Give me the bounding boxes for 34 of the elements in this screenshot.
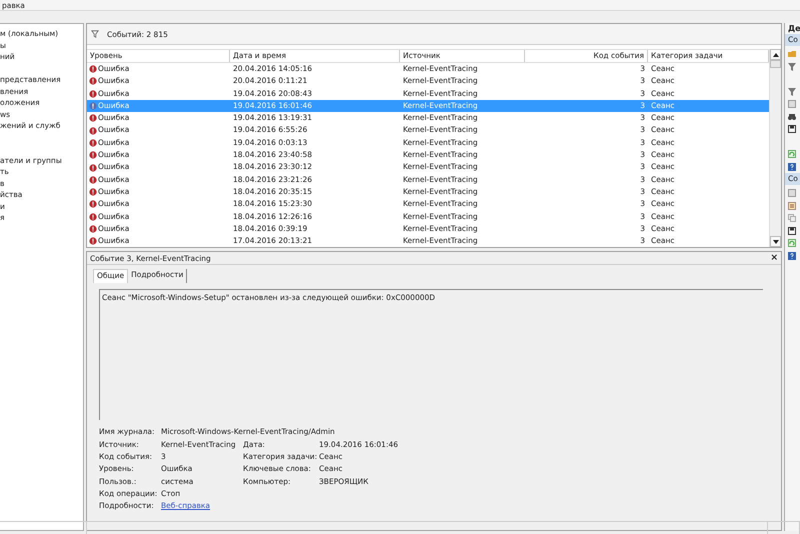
error-icon bbox=[89, 237, 97, 246]
copy-icon[interactable] bbox=[788, 214, 796, 222]
error-icon bbox=[89, 225, 97, 233]
error-icon bbox=[89, 114, 97, 122]
error-icon bbox=[89, 164, 97, 172]
filter-icon bbox=[91, 30, 99, 38]
close-button[interactable]: × bbox=[770, 253, 778, 264]
error-icon bbox=[89, 151, 97, 160]
refresh-icon[interactable] bbox=[788, 150, 796, 158]
folder-icon[interactable] bbox=[788, 50, 796, 58]
document-icon[interactable] bbox=[788, 189, 796, 198]
error-icon bbox=[89, 138, 97, 147]
properties-icon[interactable] bbox=[788, 202, 796, 210]
error-icon bbox=[89, 126, 97, 135]
error-icon bbox=[89, 77, 97, 86]
filter-icon[interactable] bbox=[788, 62, 796, 71]
binoculars-icon[interactable] bbox=[788, 112, 796, 121]
error-icon bbox=[89, 65, 97, 74]
scrollbar[interactable] bbox=[769, 49, 781, 248]
error-icon bbox=[89, 200, 97, 208]
help-icon[interactable] bbox=[788, 252, 796, 260]
document-icon[interactable] bbox=[788, 100, 796, 108]
error-icon bbox=[89, 188, 97, 196]
filter-icon[interactable] bbox=[788, 88, 796, 96]
help-icon[interactable] bbox=[788, 162, 796, 171]
error-icon bbox=[89, 90, 97, 98]
actions-title: Де bbox=[787, 23, 800, 34]
save-icon[interactable] bbox=[788, 125, 796, 134]
save-icon[interactable] bbox=[788, 226, 796, 235]
scroll-thumb[interactable] bbox=[770, 60, 781, 68]
refresh-icon[interactable] bbox=[788, 239, 796, 248]
error-icon bbox=[89, 102, 97, 110]
error-icon bbox=[89, 212, 97, 221]
error-icon bbox=[89, 176, 97, 184]
